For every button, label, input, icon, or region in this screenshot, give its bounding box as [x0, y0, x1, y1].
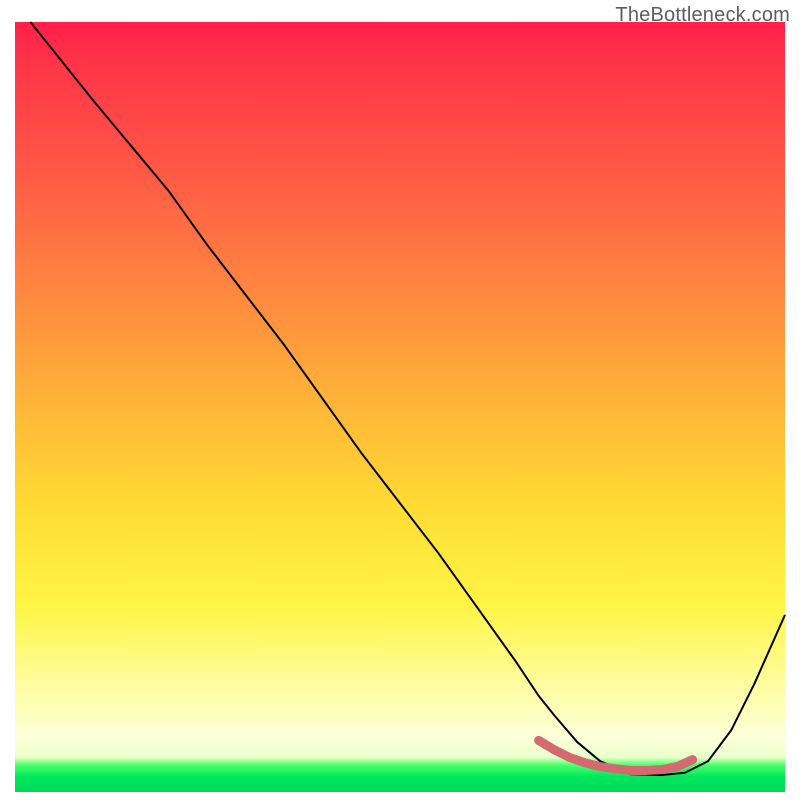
chart-highlight-curve	[539, 740, 693, 770]
chart-main-curve	[30, 22, 785, 775]
watermark-text: TheBottleneck.com	[615, 4, 790, 27]
chart-plot-area	[15, 22, 785, 792]
chart-svg-layer	[15, 22, 785, 792]
